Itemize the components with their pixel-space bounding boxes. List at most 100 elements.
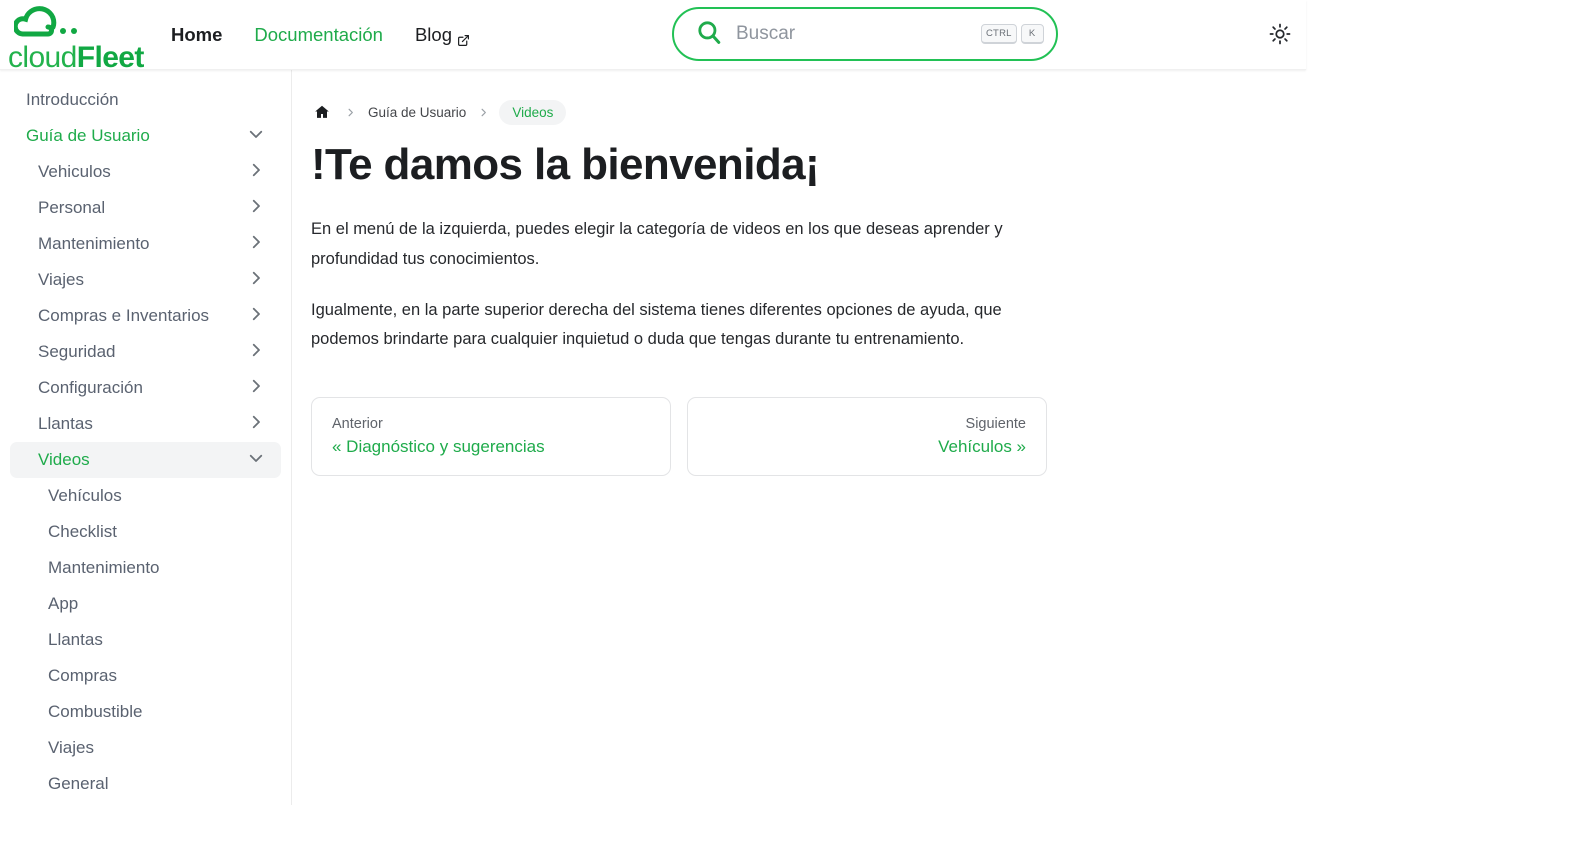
sun-icon [1269, 23, 1291, 48]
sidebar-list-item: Checklist [10, 514, 281, 550]
brand-logo-link[interactable]: cloudFleet [8, 5, 148, 73]
chevron-down-icon[interactable] [247, 125, 265, 148]
sidebar-item-label: Viajes [48, 738, 94, 757]
sidebar-list-item: Viajes [10, 262, 281, 298]
sidebar-item-llantas[interactable]: Llantas [10, 622, 281, 658]
sidebar-list-item: Vehiculos [10, 154, 281, 190]
sidebar-item-label: Videos [38, 450, 90, 469]
sidebar-list-item: Configuración [10, 370, 281, 406]
sidebar-list-item: Compras e Inventarios [10, 298, 281, 334]
brand-wordmark: cloudFleet [8, 43, 144, 73]
pagination-previous-title: « Diagnóstico y sugerencias [332, 436, 545, 456]
sidebar-list-item: General [10, 766, 281, 802]
browser-viewport: cloudFleet Home Documentación Blog Busca… [0, 0, 1306, 862]
sidebar-menu: Introducción Guía de Usuario Vehiculos Pers… [10, 82, 281, 802]
sidebar-item-vehiculos[interactable]: Vehiculos [10, 154, 281, 190]
sidebar-item-introduccion[interactable]: Introducción [10, 82, 281, 118]
pagination-next-card[interactable]: Siguiente Vehículos » [687, 396, 1047, 476]
sidebar-item-label: Viajes [38, 270, 84, 289]
chevron-right-icon[interactable] [247, 161, 265, 184]
sidebar-item-llantas[interactable]: Llantas [10, 406, 281, 442]
sidebar-item-personal[interactable]: Personal [10, 190, 281, 226]
sidebar-item-label: App [48, 594, 79, 613]
breadcrumb: Guía de Usuario Videos [309, 98, 1306, 126]
sidebar-item-label: Combustible [48, 702, 143, 721]
sidebar-item-guia-de-usuario[interactable]: Guía de Usuario [10, 118, 281, 154]
chevron-right-icon[interactable] [247, 233, 265, 256]
nav-link-home[interactable]: Home [155, 24, 238, 46]
sidebar-item-checklist[interactable]: Checklist [10, 514, 281, 550]
sidebar-list-item: Mantenimiento [10, 550, 281, 586]
sidebar-item-label: Llantas [48, 630, 103, 649]
sidebar-item-label: Introducción [26, 90, 119, 109]
sidebar-item-seguridad[interactable]: Seguridad [10, 334, 281, 370]
sidebar-item-configuracion[interactable]: Configuración [10, 370, 281, 406]
sidebar-item-compras-e-inventarios[interactable]: Compras e Inventarios [10, 298, 281, 334]
sidebar-list-item: Combustible [10, 694, 281, 730]
sidebar-list-item: Introducción [10, 82, 281, 118]
brand-name-light: cloud [8, 41, 77, 74]
page-title: !Te damos la bienvenida¡ [311, 140, 820, 189]
search-bar[interactable]: CTRL K [672, 7, 1058, 61]
sidebar-item-label: Personal [38, 198, 106, 217]
sidebar-list-item: Guía de Usuario [10, 118, 281, 154]
intro-paragraph-1: En el menú de la izquierda, puedes elegi… [311, 220, 1003, 268]
sidebar-list-item: Llantas [10, 406, 281, 442]
site-navbar: cloudFleet Home Documentación Blog Busca… [0, 0, 1306, 73]
sidebar-list-item: Compras [10, 658, 281, 694]
sidebar-item-label: Configuración [38, 378, 143, 397]
sidebar-item-label: Checklist [48, 522, 117, 541]
sidebar-item-videos[interactable]: Videos [10, 442, 281, 478]
sidebar-list-item: Seguridad [10, 334, 281, 370]
sidebar-list-item: Personal [10, 190, 281, 226]
brand-name-bold: Fleet [76, 41, 145, 74]
pagination-previous-card[interactable]: Anterior « Diagnóstico y sugerencias [311, 396, 671, 476]
sidebar-item-label: Seguridad [38, 342, 116, 361]
kbd-ctrl: CTRL [981, 24, 1017, 44]
chevron-right-icon[interactable] [247, 269, 265, 292]
search-shortcut-hints: CTRL K [981, 24, 1044, 44]
sidebar-item-combustible[interactable]: Combustible [10, 694, 281, 730]
chevron-right-icon[interactable] [247, 377, 265, 400]
sidebar-item-label: Mantenimiento [38, 234, 150, 253]
sidebar-list-item: App [10, 586, 281, 622]
home-icon[interactable] [309, 99, 335, 125]
cloud-logo-icon [12, 6, 92, 45]
sidebar-list-item: Viajes [10, 730, 281, 766]
theme-toggle-button[interactable] [1262, 17, 1298, 53]
sidebar-item-label: Guía de Usuario [26, 126, 150, 145]
chevron-right-icon[interactable] [247, 413, 265, 436]
pagination-nav: Anterior « Diagnóstico y sugerencias Sig… [311, 396, 1047, 476]
intro-paragraph-2: Igualmente, en la parte superior derecha… [311, 300, 1002, 349]
sidebar-item-general[interactable]: General [10, 766, 281, 802]
pagination-next-title: Vehículos » [938, 436, 1026, 456]
nav-link-blog-label: Blog [414, 24, 452, 45]
nav-link-documentacion[interactable]: Documentación [238, 24, 399, 46]
pagination-previous-kicker: Anterior [332, 415, 383, 432]
sidebar-item-viajes[interactable]: Viajes [10, 730, 281, 766]
sidebar-item-mantenimiento[interactable]: Mantenimiento [10, 550, 281, 586]
chevron-right-icon[interactable] [247, 341, 265, 364]
sidebar-list-item: Vehículos [10, 478, 281, 514]
kbd-k: K [1020, 24, 1044, 44]
chevron-right-icon[interactable] [247, 197, 265, 220]
primary-nav: Home Documentación Blog [155, 0, 486, 70]
sidebar-item-mantenimiento[interactable]: Mantenimiento [10, 226, 281, 262]
nav-link-blog[interactable]: Blog [399, 24, 486, 46]
search-input[interactable] [736, 23, 981, 45]
sidebar-list-item: Llantas [10, 622, 281, 658]
chevron-right-icon[interactable] [247, 305, 265, 328]
sidebar-item-label: Mantenimiento [48, 558, 160, 577]
sidebar-item-viajes[interactable]: Viajes [10, 262, 281, 298]
sidebar-item-vehiculos[interactable]: Vehículos [10, 478, 281, 514]
breadcrumb-item-guia-de-usuario[interactable]: Guía de Usuario [366, 103, 468, 122]
sidebar-list-item: Videos [10, 442, 281, 478]
sidebar-item-compras[interactable]: Compras [10, 658, 281, 694]
sidebar-item-app[interactable]: App [10, 586, 281, 622]
sidebar-item-label: Compras [48, 666, 117, 685]
chevron-down-icon[interactable] [247, 449, 265, 472]
sidebar-item-label: Vehiculos [38, 162, 111, 181]
external-link-icon [457, 30, 470, 46]
breadcrumb-item-videos: Videos [499, 99, 567, 125]
pagination-next-kicker: Siguiente [965, 415, 1026, 432]
